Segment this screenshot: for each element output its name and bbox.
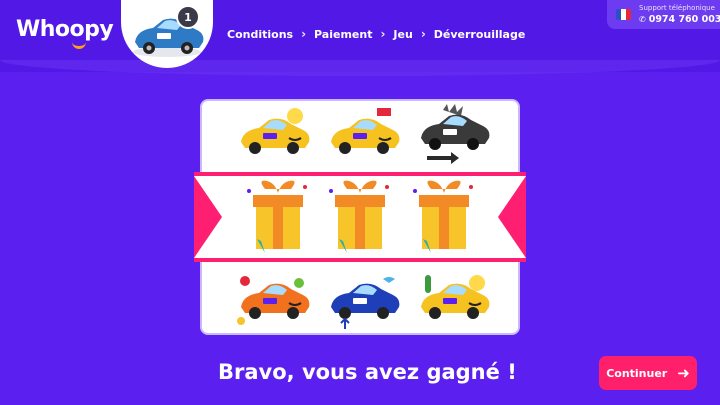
whoopy-logo[interactable]: Whoopy — [16, 17, 114, 49]
chevron-right-icon: › — [380, 27, 386, 41]
header-curve — [0, 60, 720, 76]
yellow-car-icon — [331, 108, 400, 154]
support-box[interactable]: Support téléphonique ✆ 0974 760 003 — [607, 0, 720, 29]
yellow-car-icon — [421, 275, 490, 319]
blue-car-icon — [331, 277, 400, 329]
slot-black-car-arrow — [408, 103, 498, 165]
breadcrumb-jeu[interactable]: Jeu — [393, 28, 412, 41]
breadcrumb: Conditions › Paiement › Jeu › Déverrouil… — [227, 27, 525, 41]
support-phone[interactable]: ✆ 0974 760 003 — [639, 14, 720, 25]
winning-row — [194, 172, 526, 262]
continue-label: Continuer — [606, 366, 668, 380]
orange-car-icon — [237, 276, 310, 325]
arrow-right-icon: ➜ — [677, 363, 690, 382]
gift-box-icon — [329, 180, 389, 253]
breadcrumb-paiement[interactable]: Paiement — [314, 28, 372, 41]
car-avatar — [121, 0, 213, 68]
slot-gift-2 — [320, 178, 400, 256]
france-flag-icon — [616, 9, 631, 20]
slot-gift-3 — [404, 178, 484, 256]
breadcrumb-conditions[interactable]: Conditions — [227, 28, 293, 41]
breadcrumb-deverrouillage[interactable]: Déverrouillage — [434, 28, 526, 41]
step-badge: 1 — [176, 5, 200, 29]
continue-button[interactable]: Continuer ➜ — [599, 356, 697, 390]
slot-yellow-car-sun — [228, 103, 318, 165]
slot-gift-1 — [238, 178, 318, 256]
phone-icon: ✆ — [639, 15, 646, 24]
logo-text: Whoopy — [16, 17, 114, 42]
left-pointer-icon — [194, 176, 222, 258]
slot-blue-car-sea — [318, 271, 408, 333]
slot-yellow-car-flag — [318, 103, 408, 165]
result-message: Bravo, vous avez gagné ! — [218, 360, 517, 384]
slot-orange-car-fruit — [228, 271, 318, 333]
black-car-icon — [421, 104, 490, 164]
phone-number: 0974 760 003 — [648, 14, 720, 25]
support-label: Support téléphonique — [639, 4, 715, 12]
right-pointer-icon — [498, 176, 526, 258]
chevron-right-icon: › — [420, 27, 426, 41]
chevron-right-icon: › — [301, 27, 307, 41]
gift-box-icon — [413, 180, 473, 253]
yellow-car-icon — [241, 108, 310, 154]
gift-box-icon — [247, 180, 307, 253]
slot-yellow-car-cactus — [408, 271, 498, 333]
